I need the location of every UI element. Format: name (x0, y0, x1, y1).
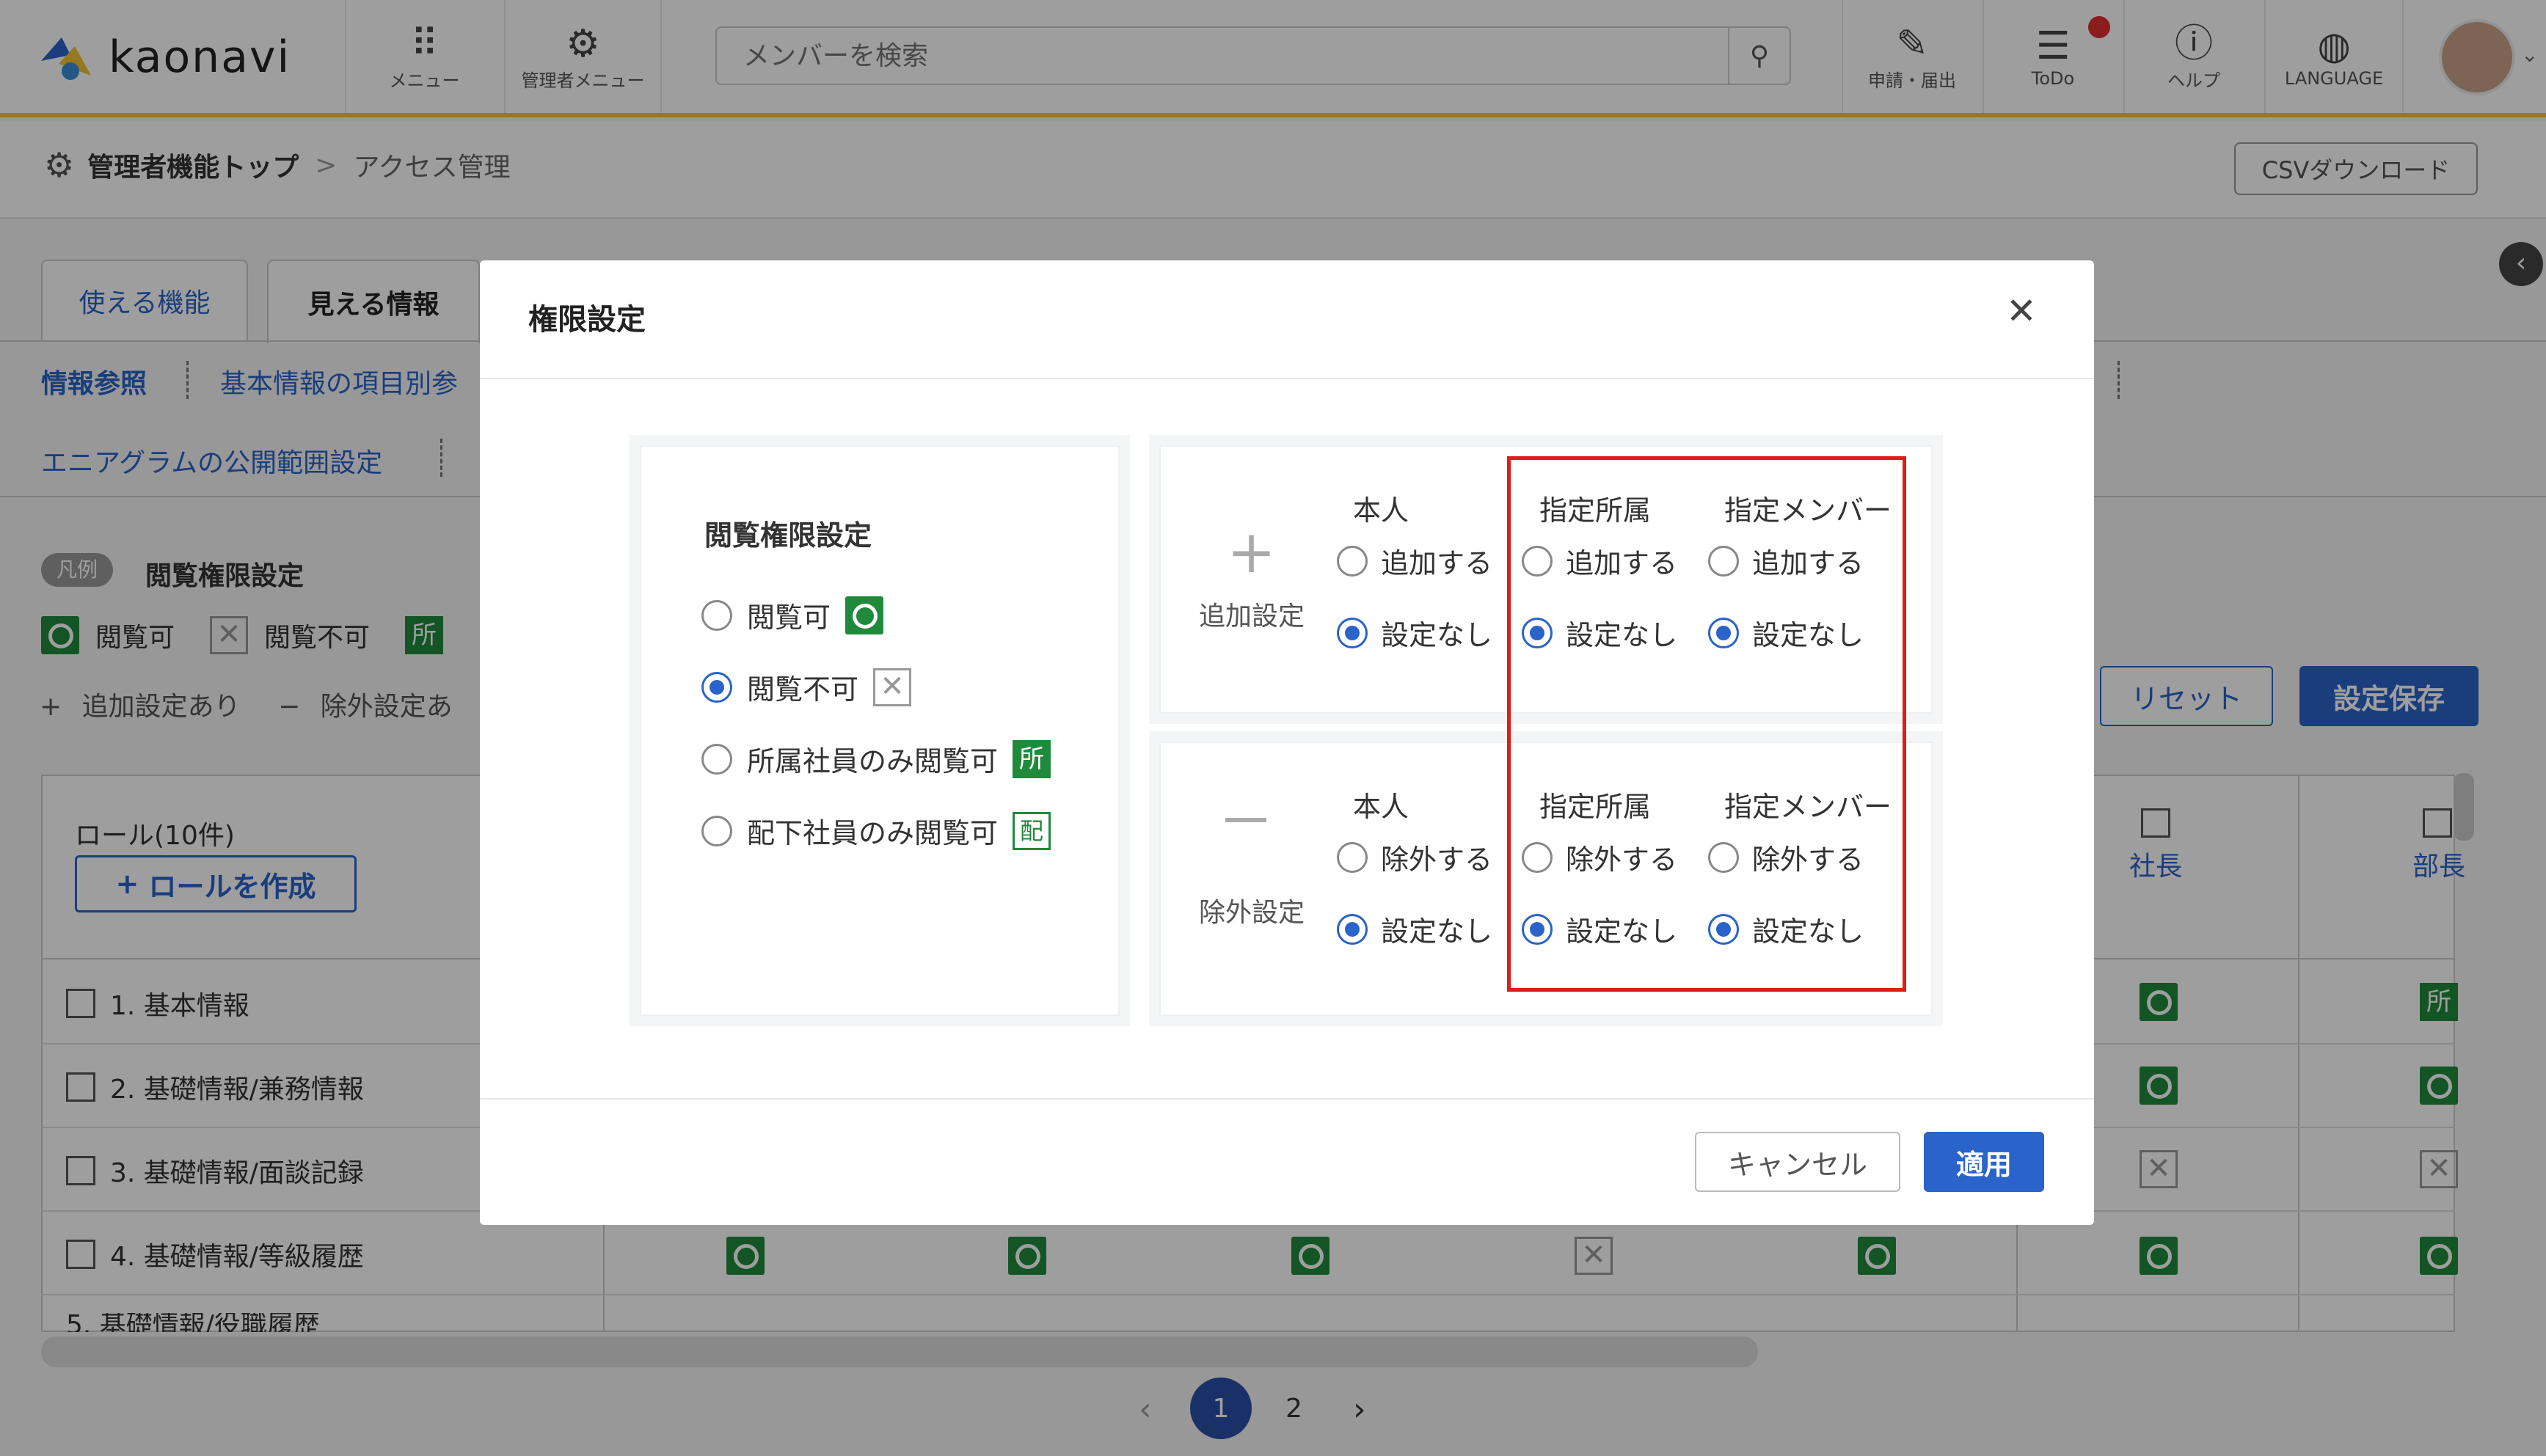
option-view-ok[interactable]: 閲覧可 (701, 595, 884, 635)
col-self: 本人 (1353, 494, 1409, 527)
option-view-ng[interactable]: 閲覧不可 ✕ (701, 667, 912, 707)
add-setting-label: 追加設定 (1199, 601, 1305, 632)
highlight-box (1507, 456, 1906, 992)
radio-button[interactable] (701, 815, 732, 846)
modal-footer-divider (480, 1098, 2094, 1100)
remove-self-none[interactable]: 設定なし (1337, 909, 1492, 949)
add-self-option[interactable]: 追加する (1337, 541, 1492, 581)
view-permission-heading: 閲覧権限設定 (704, 519, 872, 552)
remove-setting-label: 除外設定 (1199, 898, 1305, 928)
view-ng-icon: ✕ (873, 667, 912, 706)
modal-header-divider (480, 378, 2094, 379)
modal-title: 権限設定 (528, 303, 646, 337)
minus-icon (1225, 818, 1266, 822)
add-self-none[interactable]: 設定なし (1337, 612, 1492, 653)
plus-icon: + (1227, 518, 1277, 586)
view-ok-icon (845, 596, 884, 634)
option-subordinates-only[interactable]: 配下社員のみ閲覧可 配 (701, 811, 1051, 851)
affiliation-badge: 所 (1013, 739, 1051, 778)
subordinate-badge: 配 (1013, 811, 1051, 850)
radio-button[interactable] (701, 743, 732, 775)
radio-button[interactable] (701, 599, 732, 631)
col-self: 本人 (1353, 791, 1409, 823)
apply-button[interactable]: 適用 (1924, 1132, 2044, 1192)
cancel-button[interactable]: キャンセル (1695, 1132, 1900, 1192)
radio-button-selected[interactable] (701, 671, 732, 703)
option-affiliation-only[interactable]: 所属社員のみ閲覧可 所 (701, 739, 1051, 779)
close-icon[interactable]: ✕ (2006, 290, 2037, 332)
remove-self-option[interactable]: 除外する (1337, 837, 1492, 877)
